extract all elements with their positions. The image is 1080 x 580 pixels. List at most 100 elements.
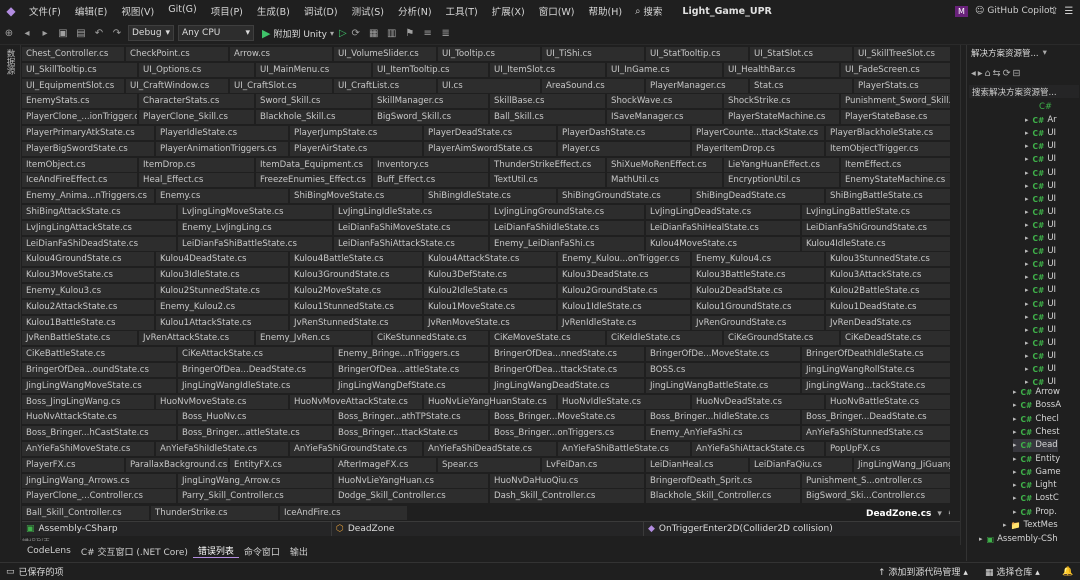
document-tab[interactable]: HuoNvBattleState.cs: [826, 394, 958, 409]
expand-arrow-icon[interactable]: ▸: [1025, 311, 1029, 324]
document-tab[interactable]: ThunderStrikeEffect.cs: [490, 157, 605, 172]
document-tab[interactable]: Sword_Skill.cs: [256, 94, 371, 109]
home-icon[interactable]: ⌂: [985, 68, 991, 79]
refresh-icon[interactable]: ⟳: [1003, 68, 1011, 79]
document-tab[interactable]: PlayerJumpState.cs: [290, 126, 422, 140]
document-tab[interactable]: JingLingWang_Arrows.cs: [22, 473, 176, 488]
document-tab[interactable]: ShiBingGroundState.cs: [558, 189, 690, 204]
document-tab[interactable]: Kulou3DefState.cs: [424, 268, 556, 283]
document-tab[interactable]: PlayerStats.cs: [854, 78, 956, 93]
document-tab[interactable]: LvJingLingDeadState.cs: [646, 205, 800, 219]
tree-item[interactable]: ▸ C# UI: [1025, 298, 1056, 311]
document-tab[interactable]: LvJingLingGroundState.cs: [490, 205, 644, 219]
document-tab[interactable]: AnYieFaShiBattleState.cs: [558, 442, 690, 456]
document-tab[interactable]: LvFeiDan.cs: [542, 457, 644, 472]
document-tab[interactable]: CheckPoint.cs: [126, 47, 228, 61]
document-tab[interactable]: BOSS.cs: [646, 363, 800, 377]
document-tab[interactable]: MathUtil.cs: [607, 173, 722, 188]
document-tab[interactable]: JingLingWang_Arrow.cs: [178, 473, 332, 488]
tree-item[interactable]: ▸ C# UI: [1025, 337, 1056, 350]
tree-item[interactable]: ▸ C# UI: [1025, 140, 1056, 153]
document-tab[interactable]: Arrow.cs: [230, 47, 332, 61]
expand-arrow-icon[interactable]: ▸: [1013, 492, 1017, 505]
expand-arrow-icon[interactable]: ▸: [1013, 426, 1017, 439]
expand-arrow-icon[interactable]: ▸: [1025, 232, 1029, 245]
document-tab[interactable]: Kulou1IdleState.cs: [558, 299, 690, 314]
expand-arrow-icon[interactable]: ▸: [1025, 284, 1029, 297]
bookmark-icon[interactable]: ⚑: [403, 26, 417, 40]
document-tab[interactable]: LeiDianFaShiMoveState.cs: [334, 220, 488, 235]
document-tab[interactable]: HuoNvDeadState.cs: [692, 394, 824, 409]
menu-item[interactable]: 帮助(H): [582, 4, 630, 18]
tree-item[interactable]: ▸ C# Ar: [1025, 114, 1057, 127]
expand-arrow-icon[interactable]: ▸: [1025, 363, 1029, 376]
document-tab[interactable]: Kulou3GroundState.cs: [290, 268, 422, 283]
document-tab[interactable]: Blackhole_Skill.cs: [256, 110, 371, 125]
document-tab[interactable]: PlayerItemDrop.cs: [692, 141, 824, 156]
document-tab[interactable]: PopUpFX.cs: [826, 442, 958, 456]
menu-item[interactable]: 调试(D): [297, 4, 345, 18]
document-tab[interactable]: BringerofDeath_Sprit.cs: [646, 473, 800, 488]
document-tab[interactable]: BringerOfDeathIdleState.cs: [802, 347, 956, 362]
document-tab[interactable]: AnYieFaShiAttackState.cs: [692, 442, 824, 456]
document-tab[interactable]: ShockStrike.cs: [724, 94, 839, 109]
document-tab[interactable]: ShiBingDeadState.cs: [692, 189, 824, 204]
document-tab[interactable]: Player.cs: [558, 141, 690, 156]
document-tab[interactable]: LieYangHuanEffect.cs: [724, 157, 839, 172]
expand-arrow-icon[interactable]: ▸: [1025, 127, 1029, 140]
document-tab[interactable]: Boss_Bringer...attleState.cs: [178, 426, 332, 441]
tree-item[interactable]: ▸ C# UI: [1025, 193, 1056, 206]
tree-item[interactable]: ▸ C# UI: [1025, 153, 1056, 166]
document-tab[interactable]: TextUtil.cs: [490, 173, 605, 188]
document-tab[interactable]: LvJingLingMoveState.cs: [178, 205, 332, 219]
document-tab[interactable]: Ball_Skill_Controller.cs: [22, 506, 149, 520]
document-tab[interactable]: Kulou2GroundState.cs: [558, 284, 690, 298]
document-tab[interactable]: Enemy.cs: [156, 189, 288, 204]
tree-item[interactable]: ▸ C# UI: [1025, 219, 1056, 232]
document-tab[interactable]: LeiDianFaShiHealState.cs: [646, 220, 800, 235]
document-tab[interactable]: JingLingWangBattleState.cs: [646, 378, 800, 393]
document-tab[interactable]: Kulou2StunnedState.cs: [156, 284, 288, 298]
expand-arrow-icon[interactable]: ▸: [1013, 479, 1017, 492]
tree-item[interactable]: ▸ C# UI: [1025, 350, 1056, 363]
document-tab[interactable]: Stat.cs: [750, 78, 852, 93]
menu-item[interactable]: 编辑(E): [68, 4, 114, 18]
document-tab[interactable]: LeiDianFaShiDeadState.cs: [22, 236, 176, 251]
document-tab[interactable]: HuoNvDaHuoQiu.cs: [490, 473, 644, 488]
menu-item[interactable]: 测试(S): [345, 4, 391, 18]
document-tab[interactable]: Boss_HuoNv.cs: [178, 410, 332, 425]
document-tab[interactable]: Kulou1BattleState.cs: [22, 315, 154, 330]
document-tab[interactable]: JvRenMoveState.cs: [424, 315, 556, 330]
document-tab[interactable]: Kulou2AttackState.cs: [22, 299, 154, 314]
document-tab[interactable]: LeiDianHeal.cs: [646, 457, 748, 472]
tree-item[interactable]: ▸ C# UI: [1025, 324, 1056, 337]
document-tab[interactable]: AnYieFaShiDeadState.cs: [424, 442, 556, 456]
document-tab[interactable]: Enemy_Bringe...nTriggers.cs: [334, 347, 488, 362]
document-tab[interactable]: Enemy_LeiDianFaShi.cs: [490, 236, 644, 251]
document-tab[interactable]: JingLingWang...tackState.cs: [802, 378, 956, 393]
back-icon[interactable]: ◂: [20, 26, 34, 40]
document-tab[interactable]: UI_ItemSlot.cs: [490, 62, 605, 77]
document-tab[interactable]: Inventory.cs: [373, 157, 488, 172]
tree-item[interactable]: ▸ C# UI: [1025, 206, 1056, 219]
document-tab[interactable]: UI_HealthBar.cs: [724, 62, 839, 77]
redo-icon[interactable]: ↷: [110, 26, 124, 40]
document-tab[interactable]: Enemy_Anima...nTriggers.cs: [22, 189, 154, 204]
document-tab[interactable]: EnemyStateMachine.cs: [841, 173, 956, 188]
document-tab[interactable]: Ball_Skill.cs: [490, 110, 605, 125]
document-tab[interactable]: PlayerDeadState.cs: [424, 126, 556, 140]
document-tab[interactable]: CiKeMoveState.cs: [490, 331, 605, 346]
pin-icon[interactable]: ▾: [1043, 48, 1047, 58]
expand-arrow-icon[interactable]: ▸: [1013, 453, 1017, 466]
tree-item[interactable]: ▸ C# Arrow: [1013, 386, 1060, 399]
document-tab[interactable]: AnYieFaShiMoveState.cs: [22, 442, 154, 456]
menu-item[interactable]: 文件(F): [22, 4, 68, 18]
document-tab[interactable]: AnYieFaShiStunnedState.cs: [802, 426, 956, 441]
document-tab[interactable]: Boss_Bringer...athTPState.cs: [334, 410, 488, 425]
notification-bell-icon[interactable]: 🔔: [1062, 567, 1073, 577]
search-box[interactable]: ⌕ 搜索: [635, 4, 662, 19]
profile-badge[interactable]: M: [955, 0, 968, 22]
document-tab[interactable]: UI_StatTooltip.cs: [646, 47, 748, 61]
feedback-icon[interactable]: ☰: [1064, 6, 1073, 17]
bottom-panel-tab[interactable]: CodeLens: [22, 546, 76, 556]
